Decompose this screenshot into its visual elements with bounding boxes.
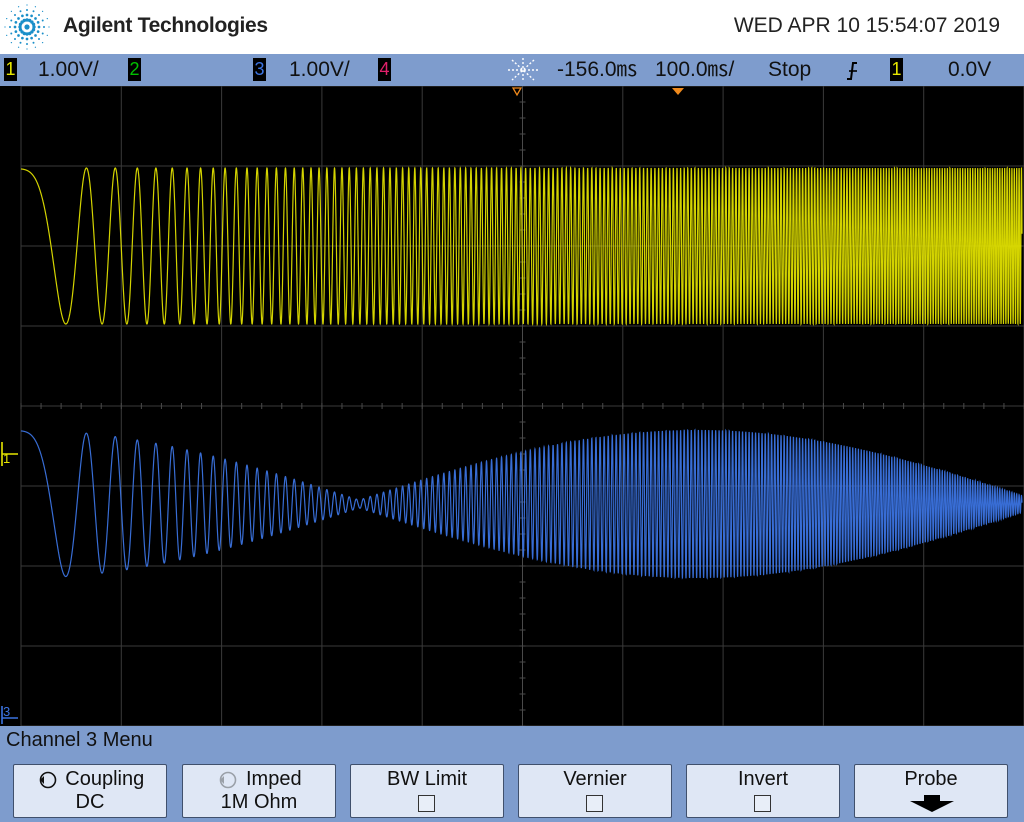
waveform-canvas[interactable]: 1 3 bbox=[0, 85, 1024, 727]
rotate-knob-icon bbox=[220, 771, 237, 789]
time-delay: -156.0㎳ bbox=[557, 58, 638, 81]
time-scale: 100.0㎳/ bbox=[655, 58, 735, 81]
probe-label: Probe bbox=[904, 768, 958, 790]
coupling-value: DC bbox=[75, 791, 105, 813]
vernier-softkey[interactable]: Vernier bbox=[518, 764, 672, 818]
menu-title-bar: Channel 3 Menu bbox=[0, 726, 1024, 756]
imped-softkey[interactable]: Imped 1M Ohm bbox=[182, 764, 336, 818]
acquisition-spark-icon bbox=[508, 58, 538, 82]
waveform-traces bbox=[20, 165, 1023, 580]
time-reference-marker-icon bbox=[511, 87, 523, 97]
date-time: WED APR 10 15:54:07 2019 bbox=[733, 14, 1000, 37]
trigger-position-marker-icon[interactable] bbox=[672, 88, 684, 95]
rotate-knob-icon bbox=[39, 771, 57, 789]
waveform-display[interactable]: 1 3 bbox=[0, 85, 1024, 727]
softkey-bar: Coupling DC Imped 1M Ohm BW Limit Vernie… bbox=[0, 756, 1024, 822]
bw-limit-label: BW Limit bbox=[387, 768, 467, 790]
rising-edge-trigger-icon bbox=[847, 62, 857, 80]
channel-3-trace bbox=[20, 428, 1023, 580]
vernier-checkbox[interactable] bbox=[586, 795, 603, 812]
invert-checkbox[interactable] bbox=[754, 795, 771, 812]
channel-1-ground-marker[interactable]: 1 bbox=[3, 451, 10, 466]
bw-limit-softkey[interactable]: BW Limit bbox=[350, 764, 504, 818]
imped-label: Imped bbox=[245, 768, 302, 790]
status-bar: 1 1.00V/ 2 3 1.00V/ 4 -156.0㎳ 100.0㎳/ St… bbox=[0, 54, 1024, 86]
channel-3-indicator[interactable]: 3 bbox=[253, 58, 266, 81]
channel-3-ground-marker[interactable]: 3 bbox=[3, 704, 10, 719]
channel-4-indicator[interactable]: 4 bbox=[378, 58, 391, 81]
coupling-label: Coupling bbox=[65, 768, 145, 790]
header-bar: Agilent Technologies WED APR 10 15:54:07… bbox=[0, 0, 1024, 54]
agilent-spark-logo-icon bbox=[4, 4, 50, 50]
channel-1-scale: 1.00V/ bbox=[38, 58, 99, 81]
invert-label: Invert bbox=[737, 768, 789, 790]
brand-name: Agilent Technologies bbox=[63, 14, 268, 37]
submenu-arrow-down-icon bbox=[910, 795, 954, 812]
channel-3-scale: 1.00V/ bbox=[289, 58, 350, 81]
trigger-level: 0.0V bbox=[948, 58, 992, 81]
trigger-source-indicator[interactable]: 1 bbox=[890, 58, 903, 81]
imped-value: 1M Ohm bbox=[220, 791, 298, 813]
coupling-softkey[interactable]: Coupling DC bbox=[13, 764, 167, 818]
graticule bbox=[20, 85, 1024, 727]
run-state: Stop bbox=[768, 58, 812, 81]
channel-1-indicator[interactable]: 1 bbox=[4, 58, 17, 81]
channel-2-indicator[interactable]: 2 bbox=[128, 58, 141, 81]
probe-softkey[interactable]: Probe bbox=[854, 764, 1008, 818]
vernier-label: Vernier bbox=[563, 768, 627, 790]
bw-limit-checkbox[interactable] bbox=[418, 795, 435, 812]
invert-softkey[interactable]: Invert bbox=[686, 764, 840, 818]
menu-title: Channel 3 Menu bbox=[6, 729, 153, 751]
